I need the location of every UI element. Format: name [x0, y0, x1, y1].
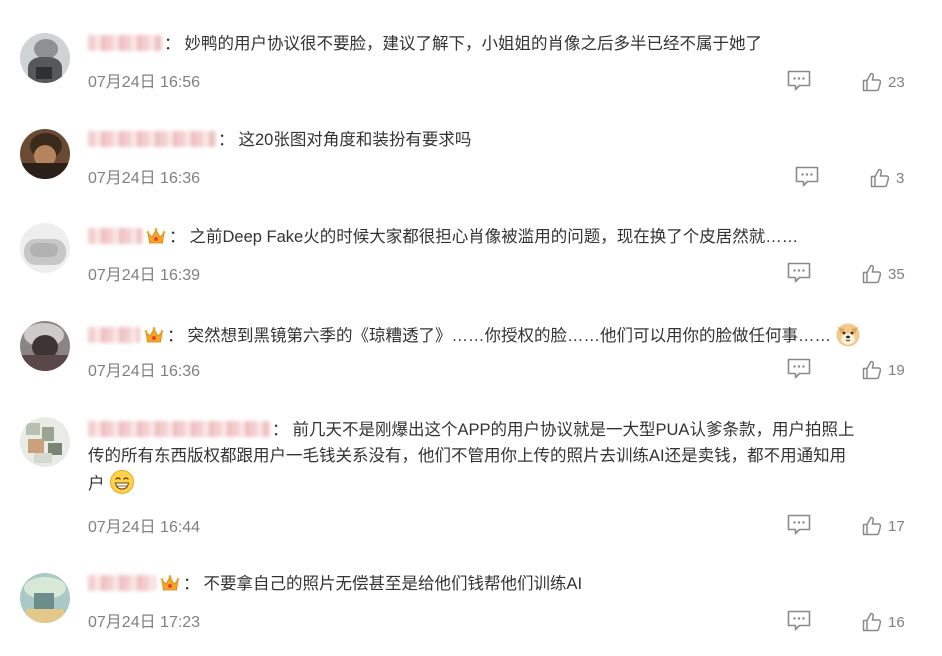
like-button[interactable]: 17: [862, 514, 905, 538]
comment-text: 突然想到黑镜第六季的《琼糟透了》……你授权的脸……他们可以用你的脸做任何事……: [187, 327, 832, 345]
comment-time: 07月24日 16:36: [88, 170, 201, 187]
reply-button[interactable]: [786, 356, 812, 380]
comment-content: ：这20张图对角度和装扮有要求吗: [88, 127, 912, 153]
username[interactable]: [88, 421, 270, 437]
comment-item: ：前几天不是刚爆出这个APP的用户协议就是一大型PUA认爹条款，用户拍照上 传的…: [0, 390, 942, 546]
comment-time: 07月24日 16:56: [88, 74, 201, 91]
like-count: 35: [888, 265, 905, 283]
separator: ：: [218, 131, 235, 149]
avatar[interactable]: [20, 129, 70, 179]
reply-button[interactable]: [794, 164, 820, 188]
comment-text: 前几天不是刚爆出这个APP的用户协议就是一大型PUA认爹条款，用户拍照上: [292, 421, 855, 439]
comment-bubble-icon: [787, 358, 811, 379]
thumbs-up-icon: [870, 168, 890, 188]
reply-button[interactable]: [786, 260, 812, 284]
comment-content: ：妙鸭的用户协议很不要脸，建议了解下，小姐姐的肖像之后多半已经不属于她了: [88, 31, 912, 57]
separator: ：: [164, 35, 181, 53]
like-button[interactable]: 23: [862, 70, 905, 94]
like-button[interactable]: 35: [862, 262, 905, 286]
avatar[interactable]: [20, 33, 70, 83]
comment-content: ：突然想到黑镜第六季的《琼糟透了》……你授权的脸……他们可以用你的脸做任何事……: [88, 321, 912, 349]
thumbs-up-icon: [862, 516, 882, 536]
reply-button[interactable]: [786, 68, 812, 92]
doge-emoji-icon: [836, 323, 860, 347]
comment-text: 不要拿自己的照片无偿甚至是给他们钱帮他们训练AI: [203, 575, 583, 593]
like-count: 23: [888, 73, 905, 91]
avatar[interactable]: [20, 223, 70, 273]
separator: ：: [272, 421, 289, 439]
comment-text: 妙鸭的用户协议很不要脸，建议了解下，小姐姐的肖像之后多半已经不属于她了: [184, 35, 763, 53]
username[interactable]: [88, 575, 156, 591]
comment-time: 07月24日 16:39: [88, 267, 201, 284]
comment-line-3: 户: [88, 469, 912, 497]
comment-text: 之前Deep Fake火的时候大家都很担心肖像被滥用的问题，现在换了个皮居然就……: [189, 228, 799, 246]
comment-item: ：突然想到黑镜第六季的《琼糟透了》……你授权的脸……他们可以用你的脸做任何事………: [0, 290, 942, 390]
comment-content: ：前几天不是刚爆出这个APP的用户协议就是一大型PUA认爹条款，用户拍照上 传的…: [88, 417, 912, 497]
username[interactable]: [88, 35, 162, 51]
reply-button[interactable]: [786, 608, 812, 632]
like-count: 19: [888, 361, 905, 379]
username[interactable]: [88, 327, 140, 343]
comment-item: ：之前Deep Fake火的时候大家都很担心肖像被滥用的问题，现在换了个皮居然就…: [0, 194, 942, 290]
like-count: 17: [888, 517, 905, 535]
comment-bubble-icon: [795, 166, 819, 187]
separator: ：: [169, 228, 186, 246]
grin-emoji-icon: [109, 470, 134, 494]
comment-content: ：不要拿自己的照片无偿甚至是给他们钱帮他们训练AI: [88, 571, 912, 597]
thumbs-up-icon: [862, 264, 882, 284]
like-count: 16: [888, 613, 905, 631]
comment-time: 07月24日 17:23: [88, 614, 201, 631]
avatar[interactable]: [20, 573, 70, 623]
comment-bubble-icon: [787, 610, 811, 631]
username[interactable]: [88, 131, 216, 147]
like-button[interactable]: 3: [870, 166, 904, 190]
like-button[interactable]: 16: [862, 610, 905, 634]
separator: ：: [183, 575, 200, 593]
avatar[interactable]: [20, 417, 70, 467]
username[interactable]: [88, 228, 142, 244]
comment-line-2: 传的所有东西版权都跟用户一毛钱关系没有，他们不管用你上传的照片去训练AI还是卖钱…: [88, 447, 847, 465]
vip-crown-icon: [144, 327, 164, 343]
comment-item: ：不要拿自己的照片无偿甚至是给他们钱帮他们训练AI 07月24日 17:23 1…: [0, 546, 942, 656]
like-button[interactable]: 19: [862, 358, 905, 382]
reply-button[interactable]: [786, 512, 812, 536]
comment-item: ：这20张图对角度和装扮有要求吗 07月24日 16:36 3: [0, 98, 942, 194]
avatar[interactable]: [20, 321, 70, 371]
comment-bubble-icon: [787, 262, 811, 283]
comment-item: ：妙鸭的用户协议很不要脸，建议了解下，小姐姐的肖像之后多半已经不属于她了 07月…: [0, 0, 942, 98]
comment-text-tail: 户: [88, 475, 105, 493]
thumbs-up-icon: [862, 72, 882, 92]
like-count: 3: [896, 169, 905, 187]
comment-line-1: ：前几天不是刚爆出这个APP的用户协议就是一大型PUA认爹条款，用户拍照上: [88, 417, 912, 443]
thumbs-up-icon: [862, 360, 882, 380]
comment-bubble-icon: [787, 70, 811, 91]
separator: ：: [167, 327, 184, 345]
comment-time: 07月24日 16:44: [88, 519, 201, 536]
thumbs-up-icon: [862, 612, 882, 632]
comment-content: ：之前Deep Fake火的时候大家都很担心肖像被滥用的问题，现在换了个皮居然就…: [88, 224, 912, 250]
vip-crown-icon: [146, 228, 166, 244]
comment-bubble-icon: [787, 514, 811, 535]
comment-time: 07月24日 16:36: [88, 363, 201, 380]
comment-text: 这20张图对角度和装扮有要求吗: [238, 131, 472, 149]
vip-crown-icon: [160, 575, 180, 591]
